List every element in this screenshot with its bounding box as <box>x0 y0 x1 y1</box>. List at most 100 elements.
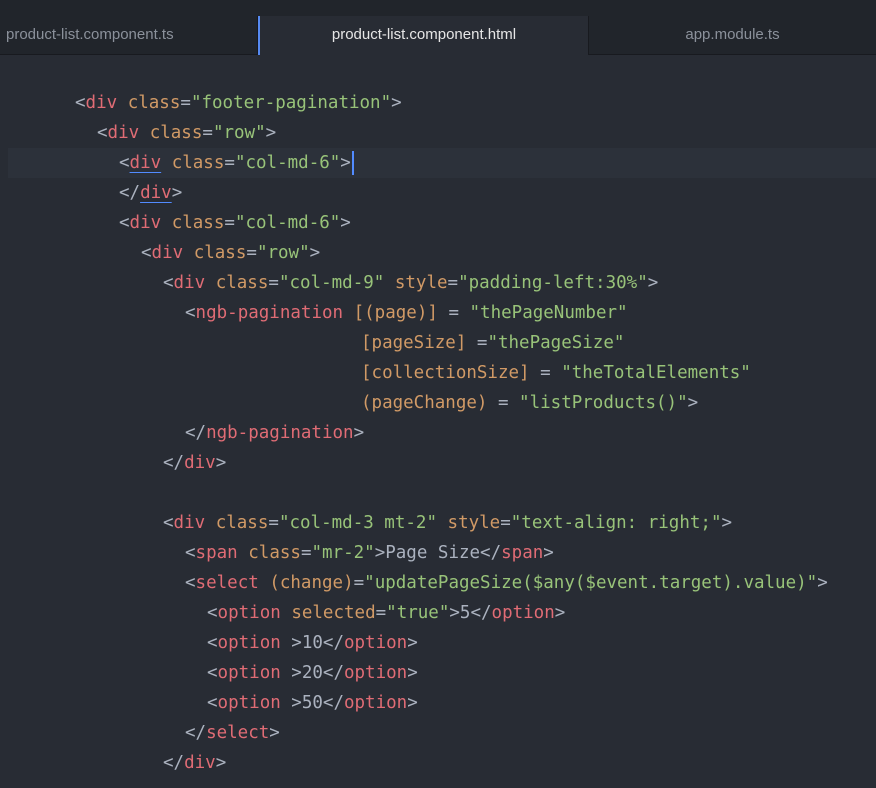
code-line[interactable]: (pageChange) = "listProducts()"> <box>0 388 876 418</box>
code-token: > <box>215 753 227 773</box>
code-token: "thePageSize" <box>487 333 625 353</box>
code-token: style <box>394 273 448 293</box>
code-token: > <box>309 243 321 263</box>
code-line-content: [pageSize] ="thePageSize" <box>361 328 624 358</box>
code-token: class <box>171 153 225 173</box>
code-line-content: <option >50</option> <box>207 688 418 718</box>
code-token: option <box>217 693 281 713</box>
code-token: "col-md-6" <box>234 153 341 173</box>
code-token: > <box>353 423 365 443</box>
code-token: div <box>173 513 206 533</box>
code-token: "true" <box>386 603 450 623</box>
code-line[interactable] <box>0 478 876 508</box>
code-line[interactable]: <div class="footer-pagination"> <box>0 88 876 118</box>
code-line-content: <div class="col-md-9" style="padding-lef… <box>163 268 658 298</box>
code-token: style <box>447 513 501 533</box>
code-line[interactable]: <option >50</option> <box>0 688 876 718</box>
code-line[interactable]: </div> <box>0 748 876 778</box>
code-token: "col-md-3 mt-2" <box>278 513 437 533</box>
code-line[interactable]: <div class="row"> <box>0 238 876 268</box>
code-token: option <box>217 603 281 623</box>
code-line-content: <option >10</option> <box>207 628 418 658</box>
code-line[interactable]: <option >10</option> <box>0 628 876 658</box>
code-token: < <box>185 573 196 593</box>
tab-product-list-component-html[interactable]: product-list.component.html <box>258 16 588 55</box>
code-token: [(page)] <box>353 303 438 323</box>
code-token: < <box>119 213 130 233</box>
code-token: > <box>554 603 566 623</box>
code-token: option <box>343 663 408 683</box>
code-line[interactable]: <ngb-pagination [(page)] = "thePageNumbe… <box>0 298 876 328</box>
code-token: < <box>207 633 218 653</box>
code-line-content: <select (change)="updatePageSize($any($e… <box>185 568 828 598</box>
code-token: div <box>184 453 216 473</box>
code-line[interactable]: [pageSize] ="thePageSize" <box>0 328 876 358</box>
code-token: > <box>171 183 183 203</box>
code-line-content: </div> <box>163 748 226 778</box>
code-line[interactable]: <option selected="true">5</option> <box>0 598 876 628</box>
code-token: > <box>340 153 351 173</box>
tab-app-module-ts[interactable]: app.module.ts <box>588 16 876 54</box>
code-token: > <box>407 663 418 683</box>
code-token: = <box>224 153 235 173</box>
code-line-content: <div class="row"> <box>141 238 320 268</box>
code-token: [collectionSize] <box>361 363 530 383</box>
code-token: class <box>127 93 181 113</box>
code-line-content: <div class="col-md-6"> <box>119 208 351 238</box>
code-token: "row" <box>212 123 266 143</box>
tab-product-list-component-ts[interactable]: product-list.component.ts <box>0 16 258 54</box>
code-line-content: <div class="col-md-3 mt-2" style="text-a… <box>163 508 732 538</box>
code-line[interactable]: [collectionSize] = "theTotalElements" <box>0 358 876 388</box>
code-token: "text-align: right;" <box>510 513 722 533</box>
code-token: = <box>268 273 279 293</box>
code-token: option <box>217 663 281 683</box>
code-line-content: <div class="col-md-6"> <box>119 148 354 178</box>
code-token: > <box>721 513 733 533</box>
code-token: div <box>140 183 172 203</box>
code-token: = <box>466 333 488 353</box>
code-token: class <box>215 513 269 533</box>
code-line[interactable]: </div> <box>0 448 876 478</box>
code-token: class <box>193 243 247 263</box>
code-token: = <box>437 303 470 323</box>
code-token: span <box>195 543 238 563</box>
code-token: < <box>163 513 174 533</box>
code-line[interactable]: </select> <box>0 718 876 748</box>
code-token: = <box>224 213 235 233</box>
code-line[interactable]: </ngb-pagination> <box>0 418 876 448</box>
code-line[interactable]: <span class="mr-2">Page Size</span> <box>0 538 876 568</box>
code-line[interactable]: <option >20</option> <box>0 658 876 688</box>
code-token: "col-md-6" <box>234 213 341 233</box>
code-token: = <box>529 363 562 383</box>
code-token: select <box>195 573 259 593</box>
code-line-content: </div> <box>163 448 226 478</box>
code-line[interactable]: <div class="col-md-3 mt-2" style="text-a… <box>0 508 876 538</box>
code-token: = <box>353 573 365 593</box>
code-token: = <box>487 393 520 413</box>
code-line-content: <option selected="true">5</option> <box>207 598 565 628</box>
code-editor[interactable]: <div class="footer-pagination"> <div clas… <box>0 55 876 788</box>
code-line-content: </div> <box>119 178 182 208</box>
code-token: div <box>173 273 206 293</box>
code-token: div <box>184 753 216 773</box>
code-token: > <box>817 573 828 593</box>
code-token: div <box>107 123 140 143</box>
code-token: class <box>215 273 269 293</box>
editor-tab-bar: product-list.component.ts product-list.c… <box>0 16 876 55</box>
code-line[interactable]: <div class="col-md-6"> <box>0 208 876 238</box>
code-line[interactable]: </div> <box>0 178 876 208</box>
code-token: > <box>215 453 227 473</box>
code-line[interactable]: <select (change)="updatePageSize($any($e… <box>0 568 876 598</box>
code-line[interactable]: <div class="row"> <box>0 118 876 148</box>
code-token: "updatePageSize($any($event.target).valu… <box>364 573 818 593</box>
code-token: < <box>207 663 218 683</box>
code-line[interactable]: <div class="col-md-9" style="padding-lef… <box>0 268 876 298</box>
code-token: = <box>202 123 213 143</box>
code-line-content: (pageChange) = "listProducts()"> <box>361 388 698 418</box>
code-token: >50</ <box>280 693 344 713</box>
code-line-active[interactable]: <div class="col-md-6"> <box>8 148 876 178</box>
code-token: > <box>407 633 418 653</box>
